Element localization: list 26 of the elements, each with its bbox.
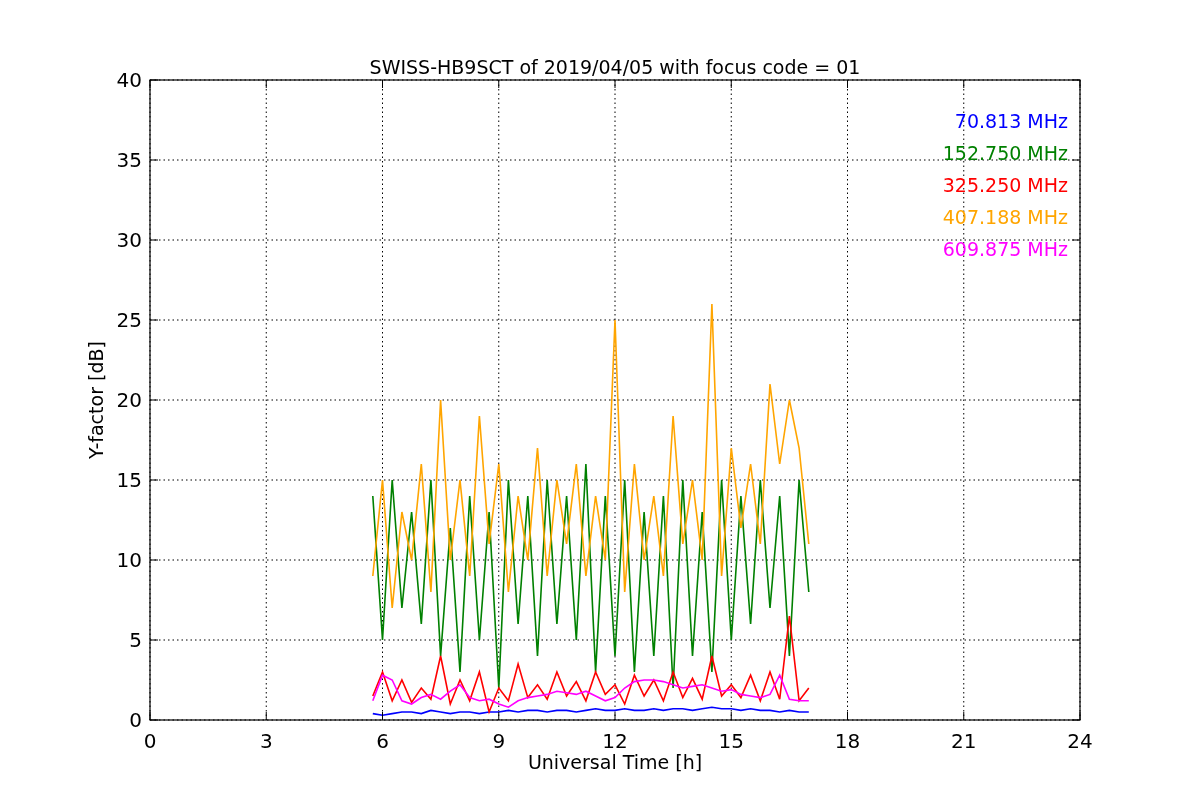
- x-tick-label: 21: [951, 729, 977, 753]
- legend-label: 407.188 MHz: [942, 206, 1068, 228]
- y-tick-label: 40: [116, 68, 142, 92]
- x-tick-label: 24: [1067, 729, 1093, 753]
- x-tick-label: 9: [492, 729, 506, 753]
- y-tick-label: 25: [116, 308, 142, 332]
- y-axis-label: Y-factor [dB]: [85, 341, 107, 459]
- x-tick-label: 12: [602, 729, 628, 753]
- y-tick-label: 0: [129, 708, 142, 732]
- x-tick-label: 6: [376, 729, 389, 753]
- y-tick-label: 30: [116, 228, 142, 252]
- x-tick-label: 15: [718, 729, 744, 753]
- y-tick-label: 20: [116, 388, 142, 412]
- legend-label: 325.250 MHz: [942, 174, 1068, 196]
- x-tick-label: 0: [143, 729, 157, 753]
- x-axis-label: Universal Time [h]: [527, 751, 703, 773]
- chart-title: SWISS-HB9SCT of 2019/04/05 with focus code = 01: [369, 56, 861, 78]
- legend-label: 152.750 MHz: [942, 142, 1068, 164]
- y-tick-label: 5: [129, 628, 142, 652]
- y-tick-label: 10: [116, 548, 142, 572]
- y-tick-label: 35: [116, 148, 142, 172]
- y-tick-label: 15: [116, 468, 142, 492]
- x-tick-label: 3: [259, 729, 273, 753]
- legend-label: 609.875 MHz: [942, 238, 1068, 260]
- legend-label: 70.813 MHz: [954, 110, 1068, 132]
- x-tick-label: 18: [834, 729, 861, 753]
